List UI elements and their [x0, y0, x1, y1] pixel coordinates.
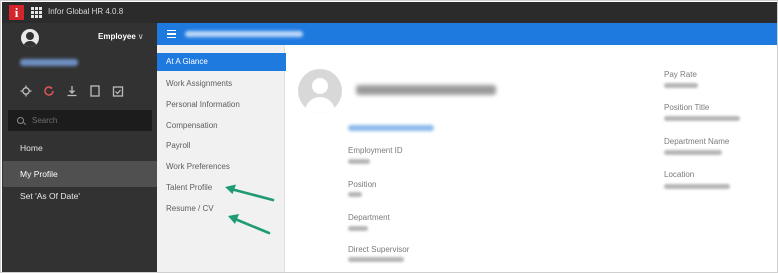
submenu-payroll[interactable]: Payroll — [157, 136, 285, 156]
download-icon[interactable] — [65, 84, 79, 98]
submenu-compensation[interactable]: Compensation — [157, 116, 285, 136]
value-employment-id-redacted — [348, 159, 370, 164]
submenu-work-assignments[interactable]: Work Assignments — [157, 74, 285, 94]
value-department-redacted — [348, 226, 368, 231]
profile-content: Employment ID Position Department Direct… — [286, 45, 777, 272]
value-department-name-redacted — [664, 150, 722, 155]
hamburger-menu-icon[interactable] — [167, 30, 176, 38]
user-name-redacted — [20, 59, 78, 66]
nav-item-set-as-of-date[interactable]: Set 'As Of Date' — [3, 183, 157, 209]
nav-item-home[interactable]: Home — [3, 135, 157, 161]
infor-logo: i — [9, 5, 24, 20]
profile-avatar-icon — [298, 69, 342, 113]
annotation-arrow-talent-profile — [225, 184, 275, 202]
page-title-redacted — [185, 31, 303, 37]
app-title: Infor Global HR 4.0.8 — [48, 7, 124, 16]
quick-icons — [19, 84, 125, 98]
submenu-at-a-glance[interactable]: At A Glance — [157, 53, 286, 71]
role-selector[interactable]: Employee ∨ — [98, 32, 144, 41]
employee-name-redacted — [356, 85, 496, 95]
submenu-personal-information[interactable]: Personal Information — [157, 95, 285, 115]
page-header — [157, 23, 777, 45]
label-employment-id: Employment ID — [348, 146, 403, 155]
label-pay-rate: Pay Rate — [664, 70, 697, 79]
label-department-name: Department Name — [664, 137, 730, 146]
app-grid-icon[interactable] — [31, 7, 42, 18]
label-position-title: Position Title — [664, 103, 710, 112]
submenu-work-preferences[interactable]: Work Preferences — [157, 157, 285, 177]
refresh-icon[interactable] — [42, 84, 56, 98]
profile-submenu: At A Glance Work Assignments Personal In… — [157, 45, 286, 272]
value-location-redacted — [664, 184, 730, 189]
top-bar: i Infor Global HR 4.0.8 — [2, 2, 777, 23]
search-placeholder: Search — [32, 116, 58, 125]
chevron-down-icon: ∨ — [137, 32, 144, 41]
calendar-icon[interactable] — [111, 84, 125, 98]
left-sidebar: Employee ∨ Search Home My Profile Set 'As… — [2, 23, 157, 272]
value-direct-supervisor-redacted — [348, 257, 404, 262]
value-position-title-redacted — [664, 116, 740, 121]
employee-email-redacted[interactable] — [348, 125, 434, 131]
label-location: Location — [664, 170, 695, 179]
value-pay-rate-redacted — [664, 83, 698, 88]
app-window: i Infor Global HR 4.0.8 Employee ∨ Search… — [0, 0, 778, 273]
search-icon — [17, 117, 24, 124]
value-position-redacted — [348, 192, 362, 197]
label-direct-supervisor: Direct Supervisor — [348, 245, 410, 254]
label-department: Department — [348, 213, 390, 222]
role-label: Employee — [98, 32, 136, 41]
settings-icon[interactable] — [19, 84, 33, 98]
document-icon[interactable] — [88, 84, 102, 98]
annotation-arrow-resume-cv — [228, 214, 271, 235]
user-avatar-icon[interactable] — [21, 29, 39, 47]
search-input[interactable]: Search — [8, 110, 152, 131]
label-position: Position — [348, 180, 377, 189]
